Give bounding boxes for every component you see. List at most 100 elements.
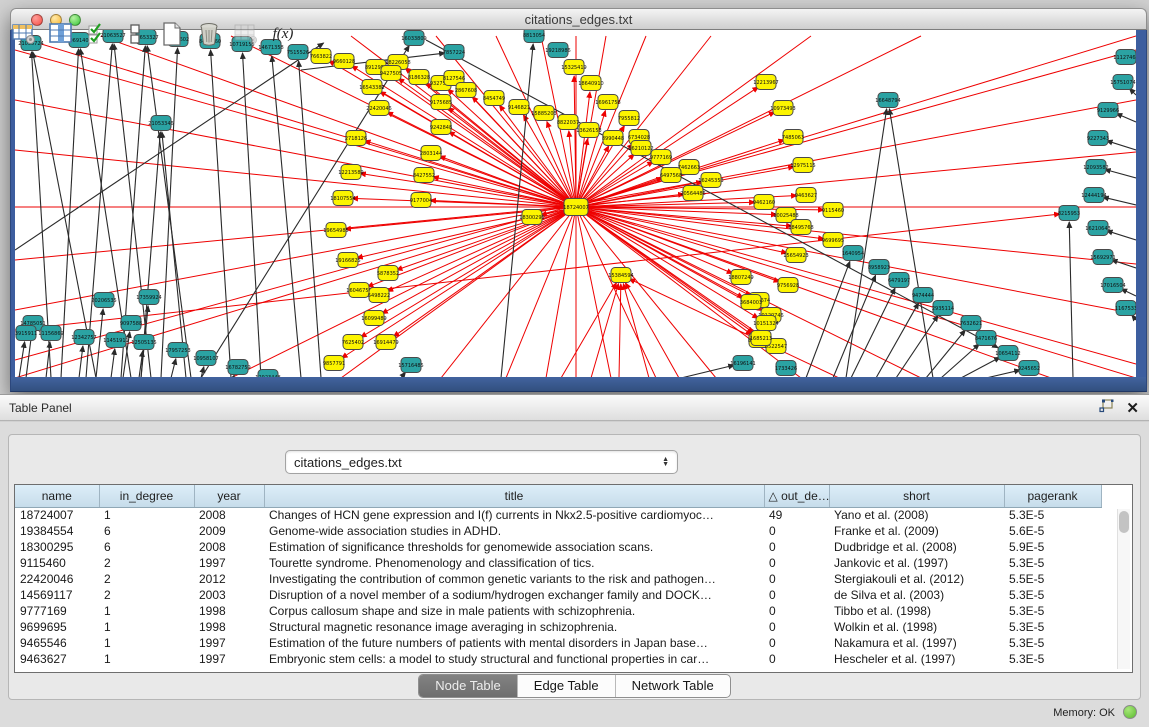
graph-node[interactable]: 8427552 xyxy=(413,168,435,183)
table-cell[interactable]: 1998 xyxy=(194,603,264,619)
table-cell[interactable]: 22420046 xyxy=(15,571,99,587)
graph-node[interactable]: 2718126 xyxy=(345,131,367,146)
column-header-year[interactable]: year xyxy=(194,485,264,507)
graph-node[interactable]: 1167533 xyxy=(1115,301,1136,316)
graph-node[interactable]: 10151324 xyxy=(753,316,778,331)
graph-node[interactable]: 9777169 xyxy=(650,150,672,165)
graph-node[interactable]: 17957253 xyxy=(165,343,190,358)
graph-node[interactable]: 10654112 xyxy=(995,346,1020,361)
graph-node[interactable]: 18640910 xyxy=(578,76,603,91)
graph-node[interactable]: 16210122 xyxy=(628,141,653,156)
close-panel-icon[interactable]: ✕ xyxy=(1126,400,1139,418)
table-cell[interactable]: 2008 xyxy=(194,539,264,555)
table-row[interactable]: 946554611997Estimation of the future num… xyxy=(15,635,1101,651)
table-cell[interactable]: 0 xyxy=(764,603,829,619)
table-cell[interactable]: Yano et al. (2008) xyxy=(829,507,1004,523)
graph-node[interactable]: 16961758 xyxy=(595,95,620,110)
column-header-short[interactable]: short xyxy=(829,485,1004,507)
graph-node[interactable]: 20206535 xyxy=(91,293,116,308)
graph-node[interactable]: 12342757 xyxy=(71,330,96,345)
graph-node[interactable]: 22420046 xyxy=(366,101,391,116)
table-cell[interactable]: 9699695 xyxy=(15,619,99,635)
table-cell[interactable]: Corpus callosum shape and size in male p… xyxy=(264,603,764,619)
table-settings-button[interactable] xyxy=(10,21,38,47)
column-header-in_degree[interactable]: in_degree xyxy=(99,485,194,507)
table-cell[interactable]: Stergiakouli et al. (2012) xyxy=(829,571,1004,587)
column-header-pagerank[interactable]: pagerank xyxy=(1004,485,1101,507)
graph-node[interactable]: 1685213 xyxy=(750,331,772,346)
table-cell[interactable]: 0 xyxy=(764,523,829,539)
graph-node[interactable]: 5878352 xyxy=(377,266,399,281)
graph-node[interactable]: 12975115 xyxy=(790,158,815,173)
graph-node[interactable]: 2935114 xyxy=(932,301,954,316)
table-cell[interactable]: 1 xyxy=(99,603,194,619)
table-cell[interactable]: Changes of HCN gene expression and I(f) … xyxy=(264,507,764,523)
table-cell[interactable]: 5.3E-5 xyxy=(1004,587,1101,603)
table-cell[interactable]: Tourette syndrome. Phenomenology and cla… xyxy=(264,555,764,571)
graph-node[interactable]: 1733426 xyxy=(775,361,797,376)
graph-node[interactable]: 10958107 xyxy=(193,351,218,366)
graph-node[interactable]: 8813054 xyxy=(523,30,545,43)
table-cell[interactable]: Disruption of a novel member of a sodium… xyxy=(264,587,764,603)
graph-node[interactable]: 9177004 xyxy=(410,193,432,208)
graph-node[interactable]: 9660128 xyxy=(333,54,355,69)
table-cell[interactable]: 1 xyxy=(99,507,194,523)
table-cell[interactable]: 18724007 xyxy=(15,507,99,523)
graph-node[interactable]: 5498222 xyxy=(368,288,390,303)
table-cell[interactable]: 5.9E-5 xyxy=(1004,539,1101,555)
table-cell[interactable]: 0 xyxy=(764,635,829,651)
table-cell[interactable]: 5.3E-5 xyxy=(1004,507,1101,523)
column-header-title[interactable]: title xyxy=(264,485,764,507)
table-cell[interactable]: Estimation of significance thresholds fo… xyxy=(264,539,764,555)
graph-node[interactable]: 3915911 xyxy=(15,326,37,341)
graph-node[interactable]: 3684003 xyxy=(740,295,762,310)
graph-node[interactable]: 18724007 xyxy=(563,199,588,216)
graph-node[interactable]: 20564486 xyxy=(680,186,705,201)
graph-node[interactable]: 15654923 xyxy=(783,248,808,263)
graph-node[interactable]: 7632621 xyxy=(960,316,982,331)
network-view[interactable]: 1872400776638229660128891295416543382224… xyxy=(15,30,1136,378)
table-row[interactable]: 977716911998Corpus callosum shape and si… xyxy=(15,603,1101,619)
graph-node[interactable]: 16196141 xyxy=(730,356,755,371)
graph-node[interactable]: 11156869 xyxy=(38,326,63,341)
table-cell[interactable]: 2 xyxy=(99,587,194,603)
graph-node[interactable]: 16648794 xyxy=(875,93,900,108)
show-column-button[interactable] xyxy=(47,21,75,47)
graph-node[interactable]: 9427505 xyxy=(380,66,402,81)
graph-node[interactable]: 6479197 xyxy=(888,273,910,288)
graph-node[interactable]: 9474444 xyxy=(912,288,934,303)
graph-node[interactable]: 1640954 xyxy=(842,246,864,261)
graph-node[interactable]: 16782759 xyxy=(225,360,250,375)
table-row[interactable]: 911546021997Tourette syndrome. Phenomeno… xyxy=(15,555,1101,571)
graph-node[interactable]: 21053346 xyxy=(148,116,173,131)
table-cell[interactable]: 9465546 xyxy=(15,635,99,651)
table-scrollbar[interactable] xyxy=(1117,509,1130,669)
graph-node[interactable]: 9462160 xyxy=(753,195,775,210)
table-cell[interactable]: 1 xyxy=(99,619,194,635)
table-cell[interactable]: de Silva et al. (2003) xyxy=(829,587,1004,603)
table-cell[interactable]: Structural magnetic resonance image aver… xyxy=(264,619,764,635)
graph-node[interactable]: 9463627 xyxy=(795,188,817,203)
table-cell[interactable]: Hescheler et al. (1997) xyxy=(829,651,1004,667)
table-cell[interactable]: 1 xyxy=(99,635,194,651)
graph-node[interactable]: 18807249 xyxy=(728,270,753,285)
table-selector-dropdown[interactable]: citations_edges.txt ▲▼ xyxy=(285,450,678,474)
column-header-out_de[interactable]: △ out_de… xyxy=(764,485,829,507)
graph-node[interactable]: 9857791 xyxy=(323,356,345,371)
table-cell[interactable]: 9115460 xyxy=(15,555,99,571)
tab-edge-table[interactable]: Edge Table xyxy=(518,675,616,697)
graph-node[interactable]: 8990448 xyxy=(602,131,624,146)
row-height-button[interactable] xyxy=(121,21,149,47)
graph-node[interactable]: 12093582 xyxy=(1083,160,1108,175)
graph-node[interactable]: 2803144 xyxy=(420,146,442,161)
graph-node[interactable]: 18300295 xyxy=(519,210,544,225)
graph-node[interactable]: 7663822 xyxy=(310,49,332,64)
graph-node[interactable]: 8454749 xyxy=(483,91,505,106)
table-cell[interactable]: 1 xyxy=(99,651,194,667)
table-cell[interactable]: 2 xyxy=(99,555,194,571)
graph-node[interactable]: 12505135 xyxy=(131,335,156,350)
table-cell[interactable]: 2009 xyxy=(194,523,264,539)
table-cell[interactable]: 0 xyxy=(764,587,829,603)
table-cell[interactable]: 1997 xyxy=(194,555,264,571)
graph-node[interactable]: 6497568 xyxy=(660,168,682,183)
